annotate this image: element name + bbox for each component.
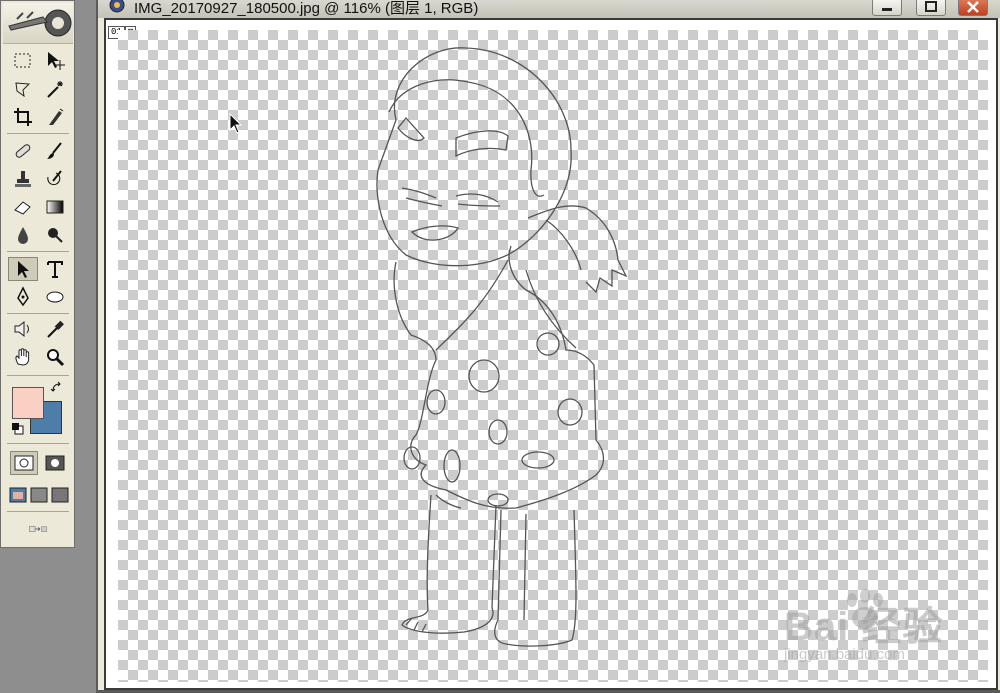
type-tool-button[interactable]	[40, 257, 70, 281]
jump-to-imageready-button[interactable]	[11, 517, 67, 541]
baidu-watermark: Bai 经验 jingyan.baidu.com	[770, 589, 990, 670]
type-t-icon	[47, 261, 63, 278]
gradient-tool-button[interactable]	[40, 195, 70, 219]
history-brush-tool-button[interactable]	[40, 167, 70, 191]
zoom-tool-button[interactable]	[40, 345, 70, 369]
toolbox-header[interactable]	[3, 3, 73, 44]
maximize-button[interactable]	[916, 0, 946, 16]
bandage-icon	[15, 144, 31, 158]
history-brush-icon	[47, 170, 62, 186]
crop-tool-button[interactable]	[8, 105, 38, 129]
standard-mode-button[interactable]	[10, 451, 38, 475]
pen-tool-button[interactable]	[8, 285, 38, 309]
drop-icon	[18, 227, 28, 244]
lasso-icon	[15, 82, 31, 98]
brush-icon	[47, 142, 62, 159]
document-titlebar[interactable]: IMG_20170927_180500.jpg @ 116% (图层 1, RG…	[98, 0, 1000, 18]
slice-tool-button[interactable]	[40, 105, 70, 129]
crop-icon	[14, 108, 32, 126]
default-colors-icon[interactable]	[11, 422, 25, 436]
pen-nib-icon	[17, 286, 29, 307]
close-icon	[967, 1, 979, 13]
brush-tool-button[interactable]	[40, 139, 70, 163]
notes-tool-button[interactable]	[8, 317, 38, 341]
minimize-icon	[882, 8, 892, 11]
magic-wand-icon	[47, 81, 63, 98]
standard-screen-mode-button[interactable]	[7, 483, 29, 507]
toolbox-divider	[7, 443, 69, 444]
hand-icon	[15, 348, 30, 366]
ellipse-tool-button[interactable]	[40, 285, 70, 309]
slice-icon	[49, 108, 64, 125]
maximize-icon	[925, 1, 937, 12]
hand-tool-button[interactable]	[8, 345, 38, 369]
move-tool-button[interactable]	[40, 49, 70, 73]
watermark-brand: Bai 经验	[784, 605, 944, 649]
dodge-icon	[48, 228, 63, 243]
swap-colors-icon[interactable]	[50, 381, 64, 395]
toolbox-divider	[7, 251, 69, 252]
watermark-url: jingyan.baidu.com	[784, 646, 905, 663]
document-window: IMG_20170927_180500.jpg @ 116% (图层 1, RG…	[96, 0, 1000, 693]
toolbox-divider	[7, 375, 69, 376]
eyedropper-icon	[47, 320, 64, 338]
foreground-color-swatch[interactable]	[12, 387, 44, 419]
close-button[interactable]	[958, 0, 988, 16]
eraser-tool-button[interactable]	[8, 195, 38, 219]
standard-mode-icon	[14, 455, 34, 471]
stamp-icon	[15, 171, 31, 187]
marquee-icon	[14, 53, 31, 68]
speaker-icon	[14, 320, 29, 338]
full-screen-menu-mode-button[interactable]	[28, 483, 50, 507]
canvas-area[interactable]: 01 ⊠	[104, 18, 998, 690]
ellipse-icon	[46, 291, 64, 303]
toolbox-divider	[7, 133, 69, 134]
quick-mask-icon	[45, 455, 65, 471]
photoshop-feather-icon	[8, 9, 72, 37]
eraser-icon	[14, 201, 31, 215]
document-title: IMG_20170927_180500.jpg @ 116% (图层 1, RG…	[134, 0, 479, 17]
toolbox-panel	[0, 0, 75, 548]
minimize-button[interactable]	[872, 0, 902, 16]
jump-to-icon	[29, 526, 48, 532]
photoshop-document-icon	[109, 0, 125, 13]
quick-mask-mode-button[interactable]	[41, 451, 69, 475]
path-selection-tool-button[interactable]	[8, 257, 38, 281]
clone-stamp-tool-button[interactable]	[8, 167, 38, 191]
healing-brush-tool-button[interactable]	[8, 139, 38, 163]
lasso-tool-button[interactable]	[8, 77, 38, 101]
magic-wand-tool-button[interactable]	[40, 77, 70, 101]
screen-mode-icon	[9, 487, 27, 503]
blur-tool-button[interactable]	[8, 223, 38, 247]
screen-mode-full-icon	[51, 487, 69, 503]
toolbox-divider	[7, 313, 69, 314]
toolbox-divider	[7, 511, 69, 512]
magnifier-icon	[47, 349, 65, 367]
move-icon	[48, 52, 65, 70]
screen-mode-menu-icon	[30, 487, 48, 503]
gradient-icon	[46, 200, 64, 214]
marquee-tool-button[interactable]	[8, 49, 38, 73]
dodge-tool-button[interactable]	[40, 223, 70, 247]
mouse-cursor-icon	[229, 113, 243, 134]
arrow-pointer-icon	[18, 261, 29, 278]
full-screen-mode-button[interactable]	[49, 483, 71, 507]
eyedropper-tool-button[interactable]	[40, 317, 70, 341]
